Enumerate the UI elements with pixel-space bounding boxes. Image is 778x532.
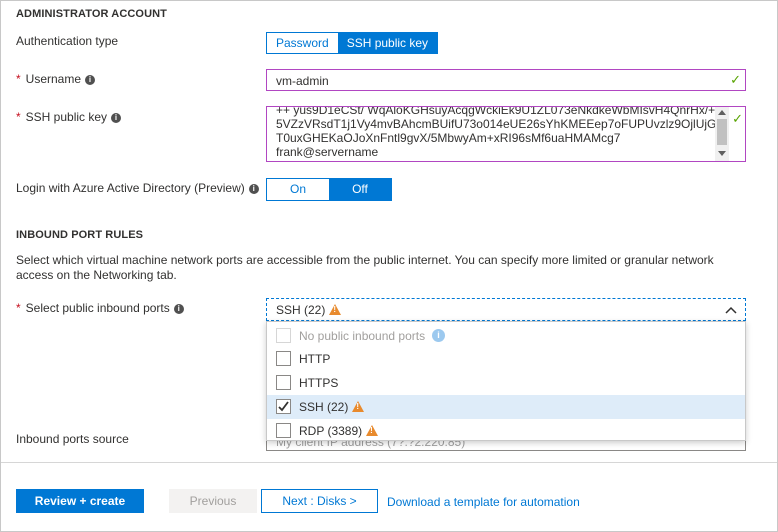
warning-icon [329,304,342,315]
info-icon[interactable]: i [248,184,259,194]
inbound-description-line-1: Select which virtual machine network por… [16,253,714,267]
admin-section-title: ADMINISTRATOR ACCOUNT [16,8,167,20]
valid-check-icon: ✓ [730,72,741,87]
ports-label: * Select public inbound ports i [16,301,184,315]
port-option-label: SSH (22) [299,400,365,414]
required-asterisk: * [16,301,21,315]
inbound-section-title: INBOUND PORT RULES [16,229,144,241]
scroll-thumb[interactable] [717,119,727,145]
ports-menu: No public inbound ports i HTTP HTTPS SSH… [266,321,746,441]
ssh-key-line-1: ++ yus9D1eCSt/ WqAloKGHsuyAcqgWckiEk9U1Z… [276,106,716,117]
username-label: * Username i [16,72,96,86]
ssh-key-line-4: frank@servername [276,145,379,159]
download-template-link[interactable]: Download a template for automation [387,495,580,509]
checkbox-checked[interactable] [276,399,291,414]
ssh-key-scrollbar[interactable] [715,107,729,161]
required-asterisk: * [16,72,21,86]
ports-value-text: SSH (22) [276,303,326,317]
ports-value: SSH (22) [276,303,342,317]
checkbox[interactable] [276,423,291,438]
aad-login-label-text: Login with Azure Active Directory (Previ… [16,181,245,195]
port-option-label: RDP (3389) [299,424,379,438]
inbound-description-line-2: access on the Networking tab. [16,268,177,282]
aad-login-label: Login with Azure Active Directory (Previ… [16,181,259,195]
next-disks-button[interactable]: Next : Disks > [261,489,378,513]
auth-option-password[interactable]: Password [267,33,338,53]
chevron-up-icon [725,306,737,314]
info-icon[interactable]: i [85,75,96,85]
ports-dropdown[interactable]: SSH (22) [266,298,746,321]
username-value: vm-admin [276,74,329,88]
ssh-key-label: * SSH public key i [16,110,122,124]
footer-divider [1,462,777,463]
checkbox [276,328,291,343]
port-option-https[interactable]: HTTPS [267,371,745,395]
valid-check-icon: ✓ [732,111,743,126]
aad-login-toggle: On Off [266,178,392,201]
port-option-http[interactable]: HTTP [267,347,745,371]
required-asterisk: * [16,110,21,124]
info-icon: i [432,329,445,342]
warning-icon [366,425,379,436]
scroll-up-icon[interactable] [718,110,726,115]
port-option-label: HTTPS [299,376,339,390]
port-option-label-text: SSH (22) [299,400,349,414]
checkbox[interactable] [276,375,291,390]
checkbox[interactable] [276,351,291,366]
scroll-down-icon[interactable] [718,151,726,156]
auth-type-toggle: Password SSH public key [266,32,439,54]
review-create-button[interactable]: Review + create [16,489,144,513]
port-option-label-text: RDP (3389) [299,424,363,438]
username-label-text: Username [25,72,82,86]
port-option-label: No public inbound ports [299,329,426,343]
ssh-key-textarea[interactable]: ++ yus9D1eCSt/ WqAloKGHsuyAcqgWckiEk9U1Z… [266,106,746,162]
aad-option-on[interactable]: On [267,179,329,200]
source-label: Inbound ports source [16,432,129,446]
aad-option-off[interactable]: Off [329,179,391,200]
warning-icon [352,401,365,412]
checkmark-icon [278,401,289,412]
ports-label-text: Select public inbound ports [25,301,170,315]
port-option-label: HTTP [299,352,331,366]
auth-option-ssh-key[interactable]: SSH public key [337,33,438,53]
auth-type-label: Authentication type [16,34,119,48]
ssh-key-label-text: SSH public key [25,110,108,124]
ssh-key-line-3: T0uxGHEKaOJoXnFntl9gvX/5MbwyAm+xRI96sMf6… [276,131,621,145]
port-option-none: No public inbound ports i [267,324,745,348]
port-option-rdp[interactable]: RDP (3389) [267,419,745,443]
previous-button[interactable]: Previous [169,489,257,513]
username-input[interactable]: vm-admin ✓ [266,69,746,91]
info-icon[interactable]: i [173,304,184,314]
info-icon[interactable]: i [111,113,122,123]
port-option-ssh[interactable]: SSH (22) [267,395,745,419]
ssh-key-line-2: 5VZzVRsdT1j1Vy4mvBAhcmBUifU73o014eUE26sY… [276,117,730,131]
